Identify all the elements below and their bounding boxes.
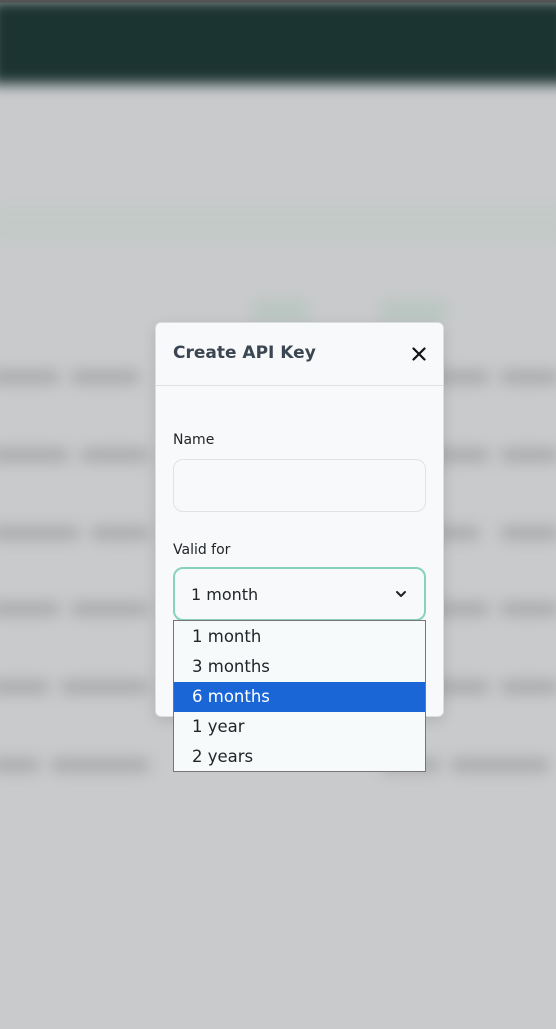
valid-for-selected-value: 1 month (191, 584, 259, 604)
page: Create API Key Name Valid for 1 month 1 … (0, 0, 556, 1029)
dialog-header: Create API Key (156, 323, 443, 386)
background-badge (250, 300, 310, 322)
close-icon (412, 347, 426, 361)
name-label: Name (173, 432, 215, 448)
window-top-border (0, 0, 556, 3)
option-1-year[interactable]: 1 year (174, 712, 425, 742)
dialog-title: Create API Key (173, 343, 316, 363)
option-1-month[interactable]: 1 month (174, 621, 425, 652)
option-3-months[interactable]: 3 months (174, 652, 425, 682)
background-badge (378, 300, 448, 322)
app-header (0, 0, 556, 84)
close-button[interactable] (409, 343, 429, 365)
option-2-years[interactable]: 2 years (174, 742, 425, 772)
option-6-months[interactable]: 6 months (174, 682, 425, 712)
valid-for-label: Valid for (173, 542, 231, 558)
valid-for-select[interactable]: 1 month (173, 567, 426, 621)
name-input[interactable] (173, 459, 426, 512)
chevron-down-icon (396, 591, 406, 597)
valid-for-options-list: 1 month 3 months 6 months 1 year 2 years (173, 620, 426, 772)
background-toolbar (0, 205, 556, 241)
